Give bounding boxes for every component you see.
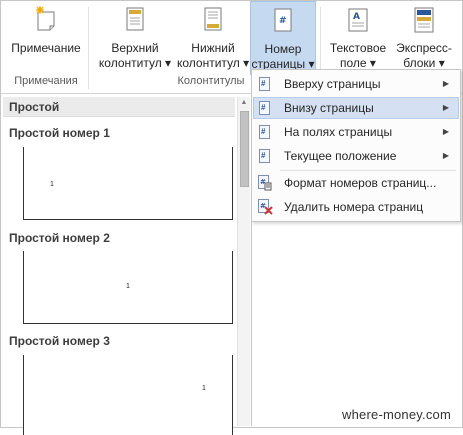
menu-item-label: Удалить номера страниц [284, 200, 424, 214]
thumb-page-number: 1 [202, 385, 206, 392]
menu-item-label: Внизу страницы [284, 101, 374, 115]
submenu-arrow-icon: ▶ [442, 127, 449, 136]
gallery-item-title: Простой номер 2 [9, 231, 110, 245]
menu-item-label: На полях страницы [284, 125, 393, 139]
svg-text:A: A [353, 12, 360, 22]
page-number-icon: # [272, 7, 294, 35]
menu-item-remove-page-numbers[interactable]: # Удалить номера страниц [253, 196, 459, 218]
group-label-notes: Примечания [14, 75, 78, 87]
page-number-icon [259, 145, 270, 167]
svg-text:#: # [260, 202, 266, 210]
text-box-icon: A [347, 6, 369, 34]
note-icon [35, 6, 57, 34]
header-button-label-2: колонтитул ▾ [98, 56, 172, 70]
gallery-item-simple-3[interactable]: 1 [23, 355, 233, 435]
svg-text:#: # [279, 16, 287, 26]
gallery-item-title: Простой номер 3 [9, 334, 110, 348]
text-field-button-label: Текстовое [329, 41, 387, 55]
header-icon [124, 6, 146, 34]
scroll-up-icon[interactable]: ▲ [238, 97, 250, 109]
text-field-button[interactable]: A Текстовое поле ▾ [325, 1, 391, 75]
page-number-menu: Вверху страницы ▶ Внизу страницы ▶ На по… [251, 69, 461, 222]
page-number-icon [259, 73, 270, 95]
watermark: where-money.com [342, 407, 451, 422]
quick-parts-button[interactable]: Экспресс- блоки ▾ [389, 1, 459, 75]
menu-item-label: Вверху страницы [284, 77, 381, 91]
menu-separator [280, 170, 456, 171]
gallery-section-title: Простой [3, 97, 235, 117]
footer-button[interactable]: Нижний колонтитул ▾ [177, 1, 249, 75]
page-number-icon [259, 121, 270, 143]
note-button[interactable]: Примечание [7, 1, 85, 75]
menu-item-bottom-of-page[interactable]: Внизу страницы ▶ [253, 97, 459, 119]
header-button[interactable]: Верхний колонтитул ▾ [95, 1, 175, 75]
footer-button-label: Нижний [191, 41, 235, 55]
note-button-label: Примечание [11, 41, 81, 55]
format-page-numbers-icon: # [258, 175, 272, 198]
thumb-page-number: 1 [50, 181, 54, 188]
quick-parts-button-label: Экспресс- [396, 41, 452, 55]
submenu-arrow-icon: ▶ [442, 79, 449, 88]
gallery-item-title: Простой номер 1 [9, 126, 110, 140]
scrollbar-thumb[interactable] [240, 111, 249, 187]
menu-item-page-margins[interactable]: На полях страницы ▶ [253, 121, 459, 143]
page-number-gallery: Простой Простой номер 1 1 Простой номер … [1, 95, 252, 435]
submenu-arrow-icon: ▶ [442, 103, 449, 112]
page-number-button[interactable]: # Номер страницы ▾ [250, 1, 316, 75]
header-button-label: Верхний [111, 41, 159, 55]
footer-icon [202, 6, 224, 34]
page-number-icon [259, 97, 270, 119]
menu-item-label: Формат номеров страниц... [284, 176, 437, 190]
quick-parts-icon [413, 6, 435, 34]
group-separator [88, 7, 89, 89]
gallery-item-simple-1[interactable]: 1 [23, 147, 233, 220]
menu-item-label: Текущее положение [284, 149, 397, 163]
submenu-arrow-icon: ▶ [442, 151, 449, 160]
menu-item-top-of-page[interactable]: Вверху страницы ▶ [253, 73, 459, 95]
remove-page-numbers-icon: # [258, 199, 273, 222]
page-number-button-label: Номер [264, 42, 302, 56]
menu-item-current-position[interactable]: Текущее положение ▶ [253, 145, 459, 167]
thumb-page-number: 1 [126, 283, 130, 290]
menu-item-format-page-numbers[interactable]: # Формат номеров страниц... [253, 172, 459, 194]
gallery-scrollbar[interactable]: ▲ [237, 97, 250, 426]
footer-button-label-2: колонтитул ▾ [177, 56, 250, 70]
gallery-item-simple-2[interactable]: 1 [23, 251, 233, 324]
